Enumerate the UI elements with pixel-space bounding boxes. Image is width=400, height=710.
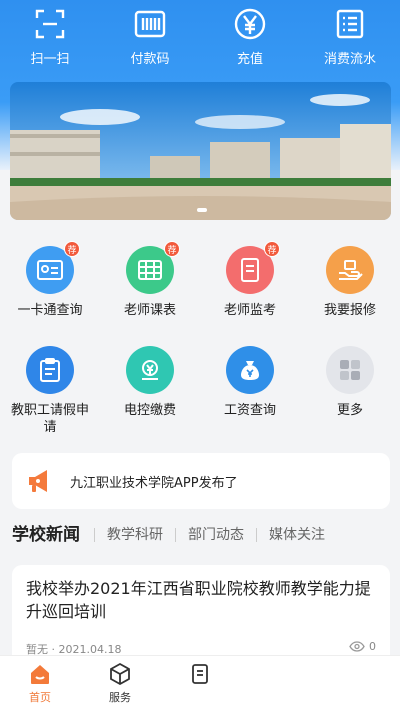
- payment-code-label: 付款码: [130, 52, 170, 67]
- megaphone-icon: [29, 470, 47, 492]
- announcement-text: 九江职业技术学院APP发布了: [70, 475, 238, 491]
- eye-icon: [349, 641, 365, 652]
- banner-indicator: [197, 208, 207, 212]
- home-icon: [31, 665, 49, 684]
- teacher-timetable-label: 老师课表: [123, 303, 176, 318]
- tab-teaching-research[interactable]: 教学科研: [94, 528, 175, 542]
- card-query-label: 一卡通查询: [17, 303, 83, 318]
- campus-banner[interactable]: [10, 82, 391, 220]
- campus-photo: [10, 82, 391, 220]
- document-icon: [192, 664, 208, 684]
- teacher-invigilation-item[interactable]: 荐 老师监考: [200, 241, 300, 319]
- payment-code-button[interactable]: 付款码: [100, 0, 200, 75]
- cube-icon: [110, 662, 130, 686]
- leave-icon: [26, 346, 74, 394]
- recharge-label: 充值: [236, 52, 263, 67]
- recommend-badge: 荐: [264, 241, 280, 257]
- repair-request-label: 我要报修: [323, 303, 376, 318]
- salary-icon: [226, 346, 274, 394]
- salary-query-label: 工资查询: [223, 403, 276, 418]
- recharge-button[interactable]: 充值: [200, 0, 300, 75]
- news-title: 我校举办2021年江西省职业院校教师教学能力提升巡回培训: [26, 579, 371, 621]
- nav-service-label: 服务: [109, 691, 131, 704]
- tab-media-focus[interactable]: 媒体关注: [256, 528, 337, 542]
- staff-leave-label: 教职工请假申请: [10, 403, 89, 435]
- news-tabs: 学校新闻 教学科研 部门动态 媒体关注: [12, 520, 392, 550]
- announcement-bar[interactable]: 九江职业技术学院APP发布了: [12, 453, 390, 509]
- scan-button[interactable]: 扫一扫: [0, 0, 100, 75]
- electric-payment-label: 电控缴费: [123, 403, 176, 418]
- nav-home[interactable]: 首页: [0, 656, 80, 710]
- repair-request-item[interactable]: 我要报修: [300, 246, 400, 319]
- card-icon: 荐: [26, 241, 80, 294]
- views-count: 0: [369, 640, 376, 653]
- tab-department-news[interactable]: 部门动态: [175, 528, 256, 542]
- nav-service[interactable]: 服务: [80, 656, 160, 710]
- more-item[interactable]: 更多: [300, 346, 400, 419]
- scan-label: 扫一扫: [30, 52, 70, 67]
- repair-icon: [326, 246, 374, 294]
- electric-payment-item[interactable]: 电控缴费: [100, 346, 200, 419]
- exam-icon: 荐: [226, 241, 280, 294]
- teacher-timetable-item[interactable]: 荐 老师课表: [100, 241, 200, 319]
- nav-documents[interactable]: [160, 656, 240, 710]
- bottom-navigation: 首页 服务: [0, 655, 400, 710]
- list-icon: [332, 6, 368, 42]
- yuan-icon: [232, 6, 268, 42]
- more-label: 更多: [336, 403, 363, 418]
- recommend-badge: 荐: [64, 241, 80, 257]
- tab-school-news[interactable]: 学校新闻: [12, 527, 94, 544]
- transactions-label: 消费流水: [323, 52, 376, 67]
- card-query-item[interactable]: 荐 一卡通查询: [0, 241, 100, 319]
- transactions-button[interactable]: 消费流水: [300, 0, 400, 75]
- more-icon: [326, 346, 374, 394]
- salary-query-item[interactable]: 工资查询: [200, 346, 300, 419]
- teacher-invigilation-label: 老师监考: [223, 303, 276, 318]
- nav-home-label: 首页: [29, 691, 51, 704]
- payment-code-icon: [132, 6, 168, 42]
- top-actions: 扫一扫 付款码 充值 消费流水: [0, 0, 400, 75]
- staff-leave-item[interactable]: 教职工请假申请: [0, 346, 100, 436]
- recommend-badge: 荐: [164, 241, 180, 257]
- scan-icon: [32, 6, 68, 42]
- electric-icon: [126, 346, 174, 394]
- timetable-icon: 荐: [126, 241, 180, 294]
- news-views: 0: [349, 640, 376, 653]
